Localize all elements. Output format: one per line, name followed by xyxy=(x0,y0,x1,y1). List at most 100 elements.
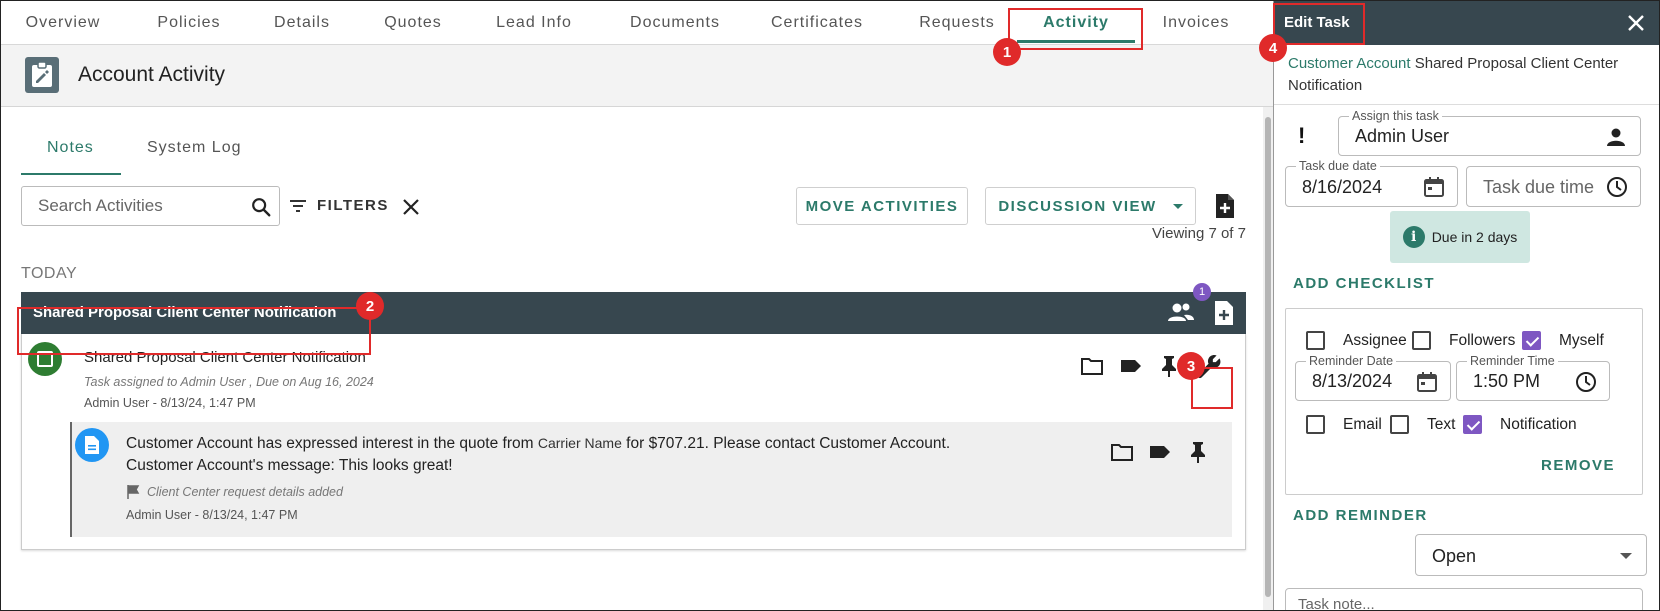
subtab-notes[interactable]: Notes xyxy=(47,139,94,157)
reminder-date-field[interactable]: Reminder Date 8/13/2024 xyxy=(1295,354,1451,401)
assignee-label: Assignee xyxy=(1343,332,1407,349)
page-title: Account Activity xyxy=(78,63,226,86)
close-icon[interactable] xyxy=(1626,13,1646,33)
tab-details[interactable]: Details xyxy=(256,1,348,45)
panel-header: Edit Task xyxy=(1274,1,1659,45)
tab-invoices[interactable]: Invoices xyxy=(1153,1,1239,45)
calendar-icon[interactable] xyxy=(1416,371,1438,393)
pin-icon[interactable] xyxy=(1186,440,1210,464)
document-note-icon[interactable] xyxy=(75,428,109,462)
annotation-badge-2: 2 xyxy=(356,292,384,320)
sub-note-text-after: for $707.21. Please contact Customer Acc… xyxy=(626,435,951,452)
reminder-date-label: Reminder Date xyxy=(1306,354,1397,368)
priority-icon[interactable]: ! xyxy=(1298,123,1305,149)
notification-checkbox[interactable] xyxy=(1463,415,1482,434)
add-checklist-button[interactable]: ADD CHECKLIST xyxy=(1293,275,1435,292)
tab-quotes[interactable]: Quotes xyxy=(370,1,456,45)
myself-checkbox[interactable] xyxy=(1522,331,1541,350)
tab-policies[interactable]: Policies xyxy=(139,1,239,45)
assign-task-field[interactable]: Assign this task Admin User xyxy=(1338,109,1641,156)
discussion-view-label: DISCUSSION VIEW xyxy=(998,197,1157,215)
text-checkbox[interactable] xyxy=(1390,415,1409,434)
panel-title: Edit Task xyxy=(1284,14,1350,31)
top-tab-bar: Overview Policies Details Quotes Lead In… xyxy=(1,1,1273,45)
reminder-date-value: 8/13/2024 xyxy=(1312,371,1393,391)
subtab-system-log[interactable]: System Log xyxy=(147,139,241,157)
annotation-badge-3: 3 xyxy=(1177,352,1205,380)
tab-overview[interactable]: Overview xyxy=(19,1,107,45)
task-status-icon[interactable] xyxy=(28,342,62,376)
task-assigned-text: Task assigned to Admin User , Due on Aug… xyxy=(84,375,374,389)
discussion-view-button[interactable]: DISCUSSION VIEW xyxy=(985,187,1196,225)
email-label: Email xyxy=(1343,416,1382,433)
sub-note-meta: Admin User - 8/13/24, 1:47 PM xyxy=(126,508,298,522)
tab-requests[interactable]: Requests xyxy=(907,1,1007,45)
carrier-name: Carrier Name xyxy=(537,435,622,451)
clipboard-edit-icon xyxy=(25,57,59,93)
add-note-icon[interactable] xyxy=(1214,193,1236,219)
folder-icon[interactable] xyxy=(1080,354,1104,378)
divider xyxy=(1274,104,1659,105)
sub-note: Customer Account has expressed interest … xyxy=(70,422,1232,537)
filters-button[interactable]: FILTERS xyxy=(289,197,389,214)
page-header: Account Activity xyxy=(1,45,1273,107)
followers-count-badge: 1 xyxy=(1193,283,1211,301)
followers-checkbox[interactable] xyxy=(1412,331,1431,350)
search-input[interactable] xyxy=(22,187,242,225)
assignee-checkbox[interactable] xyxy=(1306,331,1325,350)
add-reminder-button[interactable]: ADD REMINDER xyxy=(1293,507,1428,524)
caret-down-icon xyxy=(1172,203,1183,209)
add-note-icon[interactable] xyxy=(1213,300,1235,326)
task-breadcrumb: Customer Account Shared Proposal Client … xyxy=(1288,53,1633,97)
tab-lead-info[interactable]: Lead Info xyxy=(485,1,583,45)
tag-icon[interactable] xyxy=(1119,354,1143,378)
scrollbar-thumb[interactable] xyxy=(1265,117,1271,597)
calendar-icon[interactable] xyxy=(1423,176,1445,198)
email-checkbox[interactable] xyxy=(1306,415,1325,434)
annotation-badge-4: 4 xyxy=(1259,34,1287,62)
notification-label: Notification xyxy=(1500,416,1577,433)
clock-icon[interactable] xyxy=(1606,176,1628,198)
task-due-time-field[interactable]: Task due time xyxy=(1466,166,1641,207)
move-activities-button[interactable]: MOVE ACTIVITIES xyxy=(796,187,968,225)
annotation-badge-1: 1 xyxy=(993,38,1021,66)
sub-note-flag-row: Client Center request details added xyxy=(126,484,343,500)
task-note-field[interactable]: Task note... xyxy=(1285,588,1643,610)
filter-icon xyxy=(290,199,306,212)
tab-documents[interactable]: Documents xyxy=(615,1,735,45)
activity-group-header[interactable]: Shared Proposal Client Center Notificati… xyxy=(21,283,1246,334)
tag-icon[interactable] xyxy=(1148,440,1172,464)
followers-label: Followers xyxy=(1449,332,1516,349)
followers-icon[interactable] xyxy=(1167,301,1195,323)
assign-task-label: Assign this task xyxy=(1349,109,1442,123)
reminder-card: Assignee Followers Myself Reminder Date … xyxy=(1285,308,1643,495)
remove-reminder-button[interactable]: REMOVE xyxy=(1541,457,1615,474)
task-title: Shared Proposal Client Center Notificati… xyxy=(84,349,366,366)
caret-down-icon xyxy=(1620,553,1632,559)
reminder-time-field[interactable]: Reminder Time 1:50 PM xyxy=(1456,354,1610,401)
tab-certificates[interactable]: Certificates xyxy=(759,1,875,45)
activity-main: Notes System Log FILTERS MOVE ACTIVITIES… xyxy=(1,107,1263,610)
assign-task-value: Admin User xyxy=(1355,126,1450,146)
due-info-text: Due in 2 days xyxy=(1431,229,1518,245)
search-icon[interactable] xyxy=(250,196,272,218)
task-status-select[interactable]: Open xyxy=(1415,534,1647,576)
reminder-time-value: 1:50 PM xyxy=(1473,371,1541,391)
user-icon[interactable] xyxy=(1606,127,1626,147)
clock-icon[interactable] xyxy=(1575,371,1597,393)
folder-icon[interactable] xyxy=(1110,440,1134,464)
edit-task-panel: Edit Task Customer Account Shared Propos… xyxy=(1273,1,1659,610)
breadcrumb-account-link[interactable]: Customer Account xyxy=(1288,55,1411,72)
task-due-date-field[interactable]: Task due date 8/16/2024 xyxy=(1285,159,1458,207)
task-meta: Admin User - 8/13/24, 1:47 PM xyxy=(84,396,256,410)
date-group-label: TODAY xyxy=(21,265,78,282)
subtab-indicator xyxy=(21,173,121,175)
filters-label: FILTERS xyxy=(317,197,389,214)
reminder-time-label: Reminder Time xyxy=(1467,354,1558,368)
task-due-date-label: Task due date xyxy=(1296,159,1380,173)
tab-activity[interactable]: Activity xyxy=(1011,1,1141,45)
search-field[interactable] xyxy=(21,186,280,226)
sub-note-flag-text: Client Center request details added xyxy=(147,485,343,499)
clear-filters-icon[interactable] xyxy=(401,197,421,217)
main-scrollbar[interactable] xyxy=(1263,107,1273,610)
